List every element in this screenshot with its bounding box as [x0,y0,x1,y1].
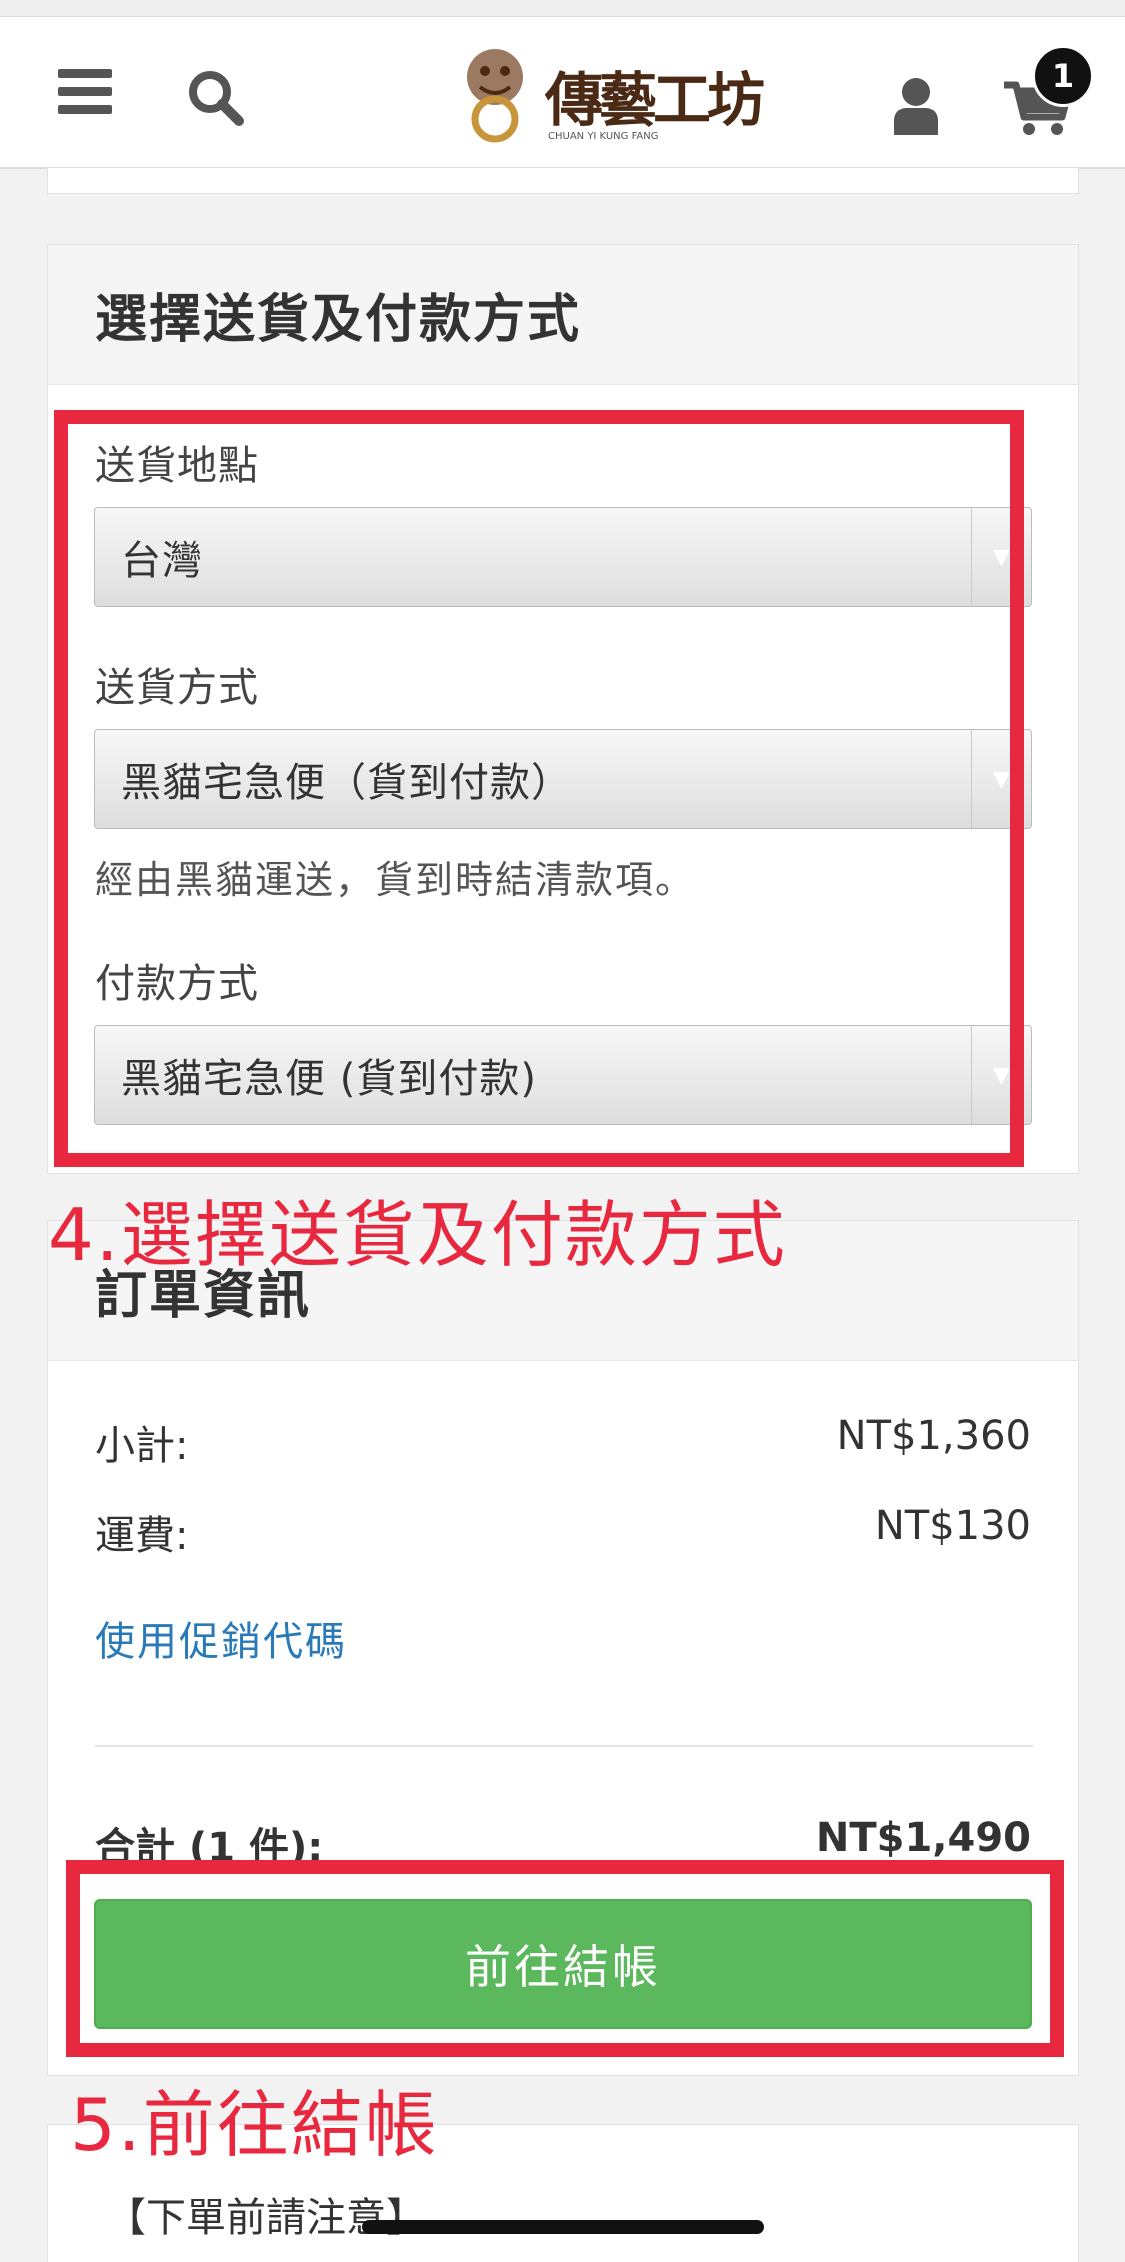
annotation-step5-label: 5.前往結帳 [70,2083,439,2167]
total-value: NT$1,490 [815,1815,1031,1861]
subtotal-value: NT$1,360 [836,1413,1031,1459]
hamburger-menu-icon[interactable] [58,69,112,115]
user-account-icon[interactable] [892,77,940,135]
subtotal-label: 小計: [95,1423,189,1469]
search-icon[interactable] [185,67,245,127]
shipping-fee-label: 運費: [95,1513,189,1559]
logo-subtext: CHUAN YI KUNG FANG [548,131,659,142]
summary-divider [95,1745,1033,1747]
site-header: 傳藝工坊 CHUAN YI KUNG FANG 1 [0,17,1125,169]
cart-count-badge[interactable]: 1 [1032,45,1094,107]
home-indicator [362,2220,764,2234]
order-notes-title: 【下單前請注意】 [106,2195,426,2241]
status-strip [0,0,1125,17]
previous-card-bottom [47,168,1079,194]
annotation-highlight-shipping [54,410,1024,1167]
annotation-step4-label: 4.選擇送貨及付款方式 [48,1193,787,1277]
logo-text: 傳藝工坊 [545,66,765,134]
lion-knocker-logo-icon [467,49,523,143]
brand-logo[interactable]: 傳藝工坊 CHUAN YI KUNG FANG [450,43,765,151]
shipping-fee-value: NT$130 [874,1503,1031,1549]
promo-code-link[interactable]: 使用促銷代碼 [95,1609,347,1667]
annotation-highlight-checkout [66,1860,1064,2057]
shipping-section-title: 選擇送貨及付款方式 [48,245,1078,385]
